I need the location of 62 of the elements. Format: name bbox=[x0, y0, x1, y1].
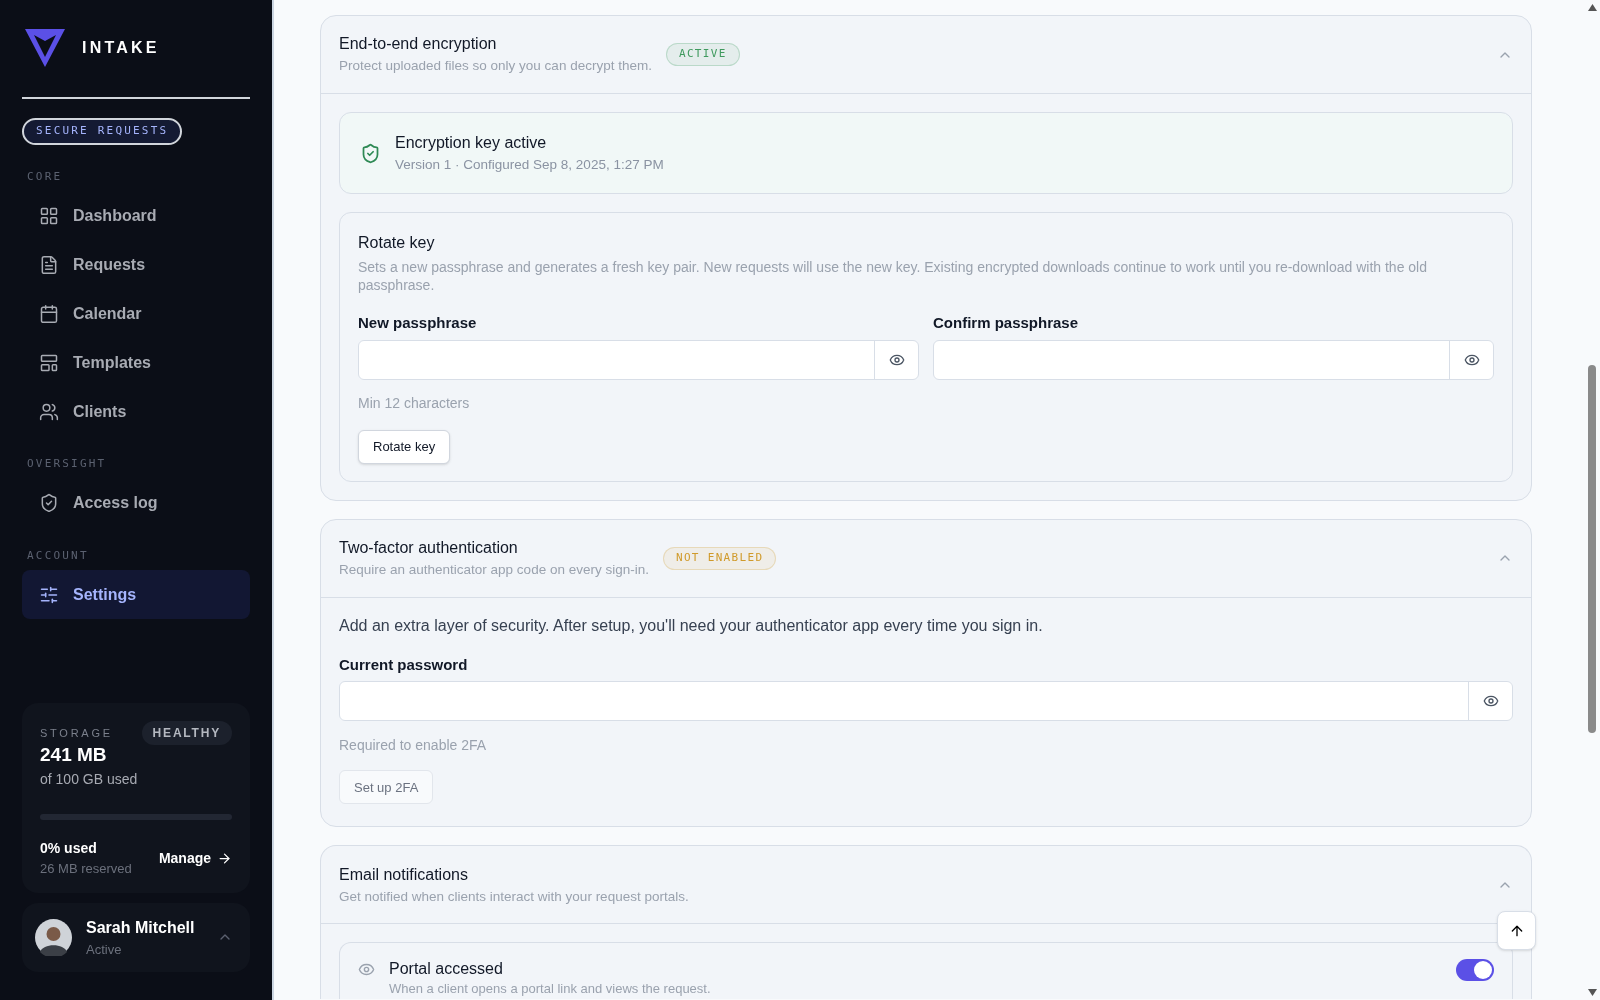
field-label: Current password bbox=[339, 654, 469, 675]
nav-group-label: ACCOUNT bbox=[26, 547, 90, 564]
nav-item[interactable]: Clients bbox=[22, 387, 250, 436]
scroll-top-button[interactable] bbox=[1497, 911, 1536, 950]
section-description: Get notified when clients interact with your request portals. bbox=[339, 887, 689, 906]
nav-item[interactable]: Requests bbox=[22, 240, 250, 289]
section-description: Protect uploaded files so only you can decrypt them. bbox=[339, 57, 652, 76]
shield-check-icon bbox=[39, 493, 59, 513]
scroll-down-icon[interactable] bbox=[1587, 989, 1597, 996]
section-title: Email notifications bbox=[339, 864, 469, 885]
hint-text: Required to enable 2FA bbox=[339, 736, 488, 756]
user-name: Sarah Mitchell bbox=[86, 917, 196, 938]
section-description: Require an authenticator app code on every sign-in. bbox=[339, 561, 649, 580]
field-label: New passphrase bbox=[358, 313, 478, 334]
document-icon bbox=[39, 254, 59, 275]
action-button[interactable]: Rotate key bbox=[358, 429, 451, 464]
section-title: End-to-end encryption bbox=[339, 34, 498, 55]
section-title: Two-factor authentication bbox=[339, 538, 519, 559]
usage-percent: 0% used bbox=[40, 839, 98, 858]
nav-item[interactable]: Calendar bbox=[22, 289, 250, 338]
toggle-switch[interactable] bbox=[1456, 959, 1494, 982]
avatar bbox=[35, 918, 72, 956]
arrow-right-icon bbox=[217, 850, 232, 866]
scrollbar-thumb[interactable] bbox=[1588, 365, 1596, 733]
notification-title: Portal accessed bbox=[389, 959, 504, 980]
reserved-text: 26 MB reserved bbox=[40, 860, 132, 878]
manage-link[interactable]: Manage bbox=[158, 847, 232, 869]
hint-text: Min 12 characters bbox=[358, 393, 471, 413]
storage-total: of 100 GB used bbox=[40, 770, 139, 789]
calendar-icon bbox=[39, 303, 59, 324]
grid-icon bbox=[39, 205, 59, 226]
logo-icon bbox=[24, 27, 66, 69]
user-card[interactable]: Sarah Mitchell Active bbox=[22, 902, 250, 972]
brand-name: INTAKE bbox=[82, 38, 160, 58]
nav-item[interactable]: Access log bbox=[22, 478, 250, 528]
nav-item[interactable]: Templates bbox=[22, 338, 250, 387]
shield-check-icon bbox=[360, 142, 381, 164]
passphrase-field[interactable] bbox=[339, 681, 1513, 722]
tagline-badge: SECURE REQUESTS bbox=[22, 118, 183, 145]
nav-item[interactable]: Settings bbox=[22, 570, 250, 619]
nav-item[interactable]: Dashboard bbox=[22, 191, 250, 240]
field-label: Confirm passphrase bbox=[933, 313, 1080, 334]
layout-icon bbox=[39, 352, 59, 373]
key-status-detail: Version 1 · Configured Sep 8, 2025, 1:27 PM bbox=[395, 156, 664, 174]
rotate-title: Rotate key bbox=[358, 233, 436, 254]
sliders-icon bbox=[39, 584, 59, 605]
notification-description: When a client opens a portal link and views the request. bbox=[389, 981, 712, 998]
nav-group-label: CORE bbox=[26, 168, 64, 185]
rotate-description: Sets a new passphrase and generates a fresh key pair. New requests will use the new key. Existing encrypted downloads continue to work until you re-download with the old passphrase. bbox=[358, 258, 1428, 295]
nav-group-label: OVERSIGHT bbox=[26, 456, 108, 472]
passphrase-field[interactable] bbox=[933, 339, 1494, 380]
key-status-title: Encryption key active bbox=[395, 133, 548, 153]
scroll-up-icon[interactable] bbox=[1587, 4, 1597, 11]
user-status: Active bbox=[86, 940, 123, 959]
passphrase-field[interactable] bbox=[358, 339, 919, 380]
storage-label: STORAGE bbox=[40, 725, 113, 741]
status-badge: HEALTHY bbox=[141, 720, 232, 745]
intro-text: Add an extra layer of security. After setup, you'll need your authenticator app every time you sign in. bbox=[339, 615, 1044, 636]
users-icon bbox=[39, 401, 59, 422]
storage-amount: 241 MB bbox=[40, 742, 108, 767]
status-badge: NOT ENABLED bbox=[662, 547, 777, 570]
status-badge: ACTIVE bbox=[665, 43, 740, 66]
